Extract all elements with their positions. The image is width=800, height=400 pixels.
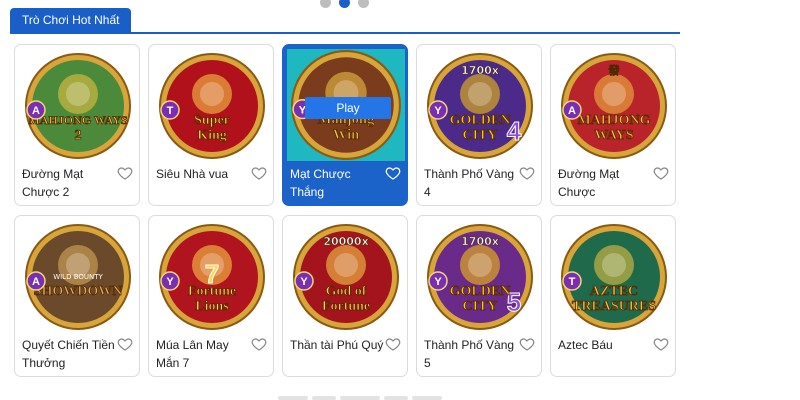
- svg-text:發: 發: [608, 63, 621, 77]
- game-logo-art: 20000x God ofFortune Y: [293, 224, 399, 330]
- game-card[interactable]: 發 MAHJONG WAYS A Đường Mạt Chược: [550, 44, 676, 206]
- pagination-item[interactable]: [312, 396, 336, 400]
- game-title: Thành Phố Vàng 4: [424, 167, 515, 199]
- svg-text:CITY: CITY: [462, 299, 497, 314]
- svg-text:1700x: 1700x: [461, 64, 499, 77]
- favorite-heart-icon[interactable]: [653, 336, 669, 352]
- carousel-dot[interactable]: [358, 0, 369, 8]
- game-title: Thần tài Phú Quý: [290, 338, 384, 352]
- favorite-heart-icon[interactable]: [251, 165, 267, 181]
- game-thumbnail[interactable]: 20000x God of Fortune Y: [292, 223, 400, 331]
- svg-text:20000x: 20000x: [323, 235, 368, 248]
- favorite-heart-icon[interactable]: [519, 165, 535, 181]
- game-title: Mạt Chược Thắng: [290, 167, 351, 199]
- game-logo-art: MAHJONG WAYS2A: [25, 53, 131, 159]
- section-tabbar: Trò Chơi Hot Nhất: [10, 8, 680, 34]
- game-title: Siêu Nhà vua: [156, 167, 229, 181]
- game-title: Múa Lân May Mắn 7: [156, 338, 229, 370]
- svg-text:Lions: Lions: [195, 299, 229, 314]
- carousel-dot[interactable]: [339, 0, 350, 8]
- game-thumbnail[interactable]: AZTEC TREASURES T: [560, 223, 668, 331]
- game-card[interactable]: 20000x God of Fortune Y Thần tài Phú Quý: [282, 215, 408, 377]
- play-button[interactable]: Play: [305, 97, 391, 119]
- game-title: Aztec Báu: [558, 338, 613, 352]
- favorite-heart-icon[interactable]: [117, 336, 133, 352]
- svg-text:Y: Y: [434, 105, 442, 117]
- svg-text:CITY: CITY: [462, 128, 497, 143]
- svg-text:T: T: [569, 276, 576, 288]
- pagination-item[interactable]: [384, 396, 408, 400]
- game-title: Quyết Chiến Tiền Thưởng: [22, 338, 115, 370]
- game-card[interactable]: WILD BOUNTY SHOWDOWN A Quyết Chiến Tiền Thư…: [14, 215, 140, 377]
- game-thumbnail[interactable]: Mahjong Win Y Play: [287, 49, 405, 161]
- svg-text:WILD BOUNTY: WILD BOUNTY: [53, 273, 103, 281]
- game-thumbnail[interactable]: WILD BOUNTY SHOWDOWN A: [24, 223, 132, 331]
- game-logo-art: AZTECTREASURES T: [561, 224, 667, 330]
- favorite-heart-icon[interactable]: [117, 165, 133, 181]
- svg-text:Y: Y: [300, 276, 308, 288]
- game-card[interactable]: Mahjong Win Y Play Mạt Chược Thắng: [282, 44, 408, 206]
- game-thumbnail[interactable]: MAHJONG WAYS 2 A: [24, 52, 132, 160]
- game-logo-art: WILD BOUNTY SHOWDOWNA: [25, 224, 131, 330]
- game-thumbnail[interactable]: Super King T: [158, 52, 266, 160]
- svg-text:SHOWDOWN: SHOWDOWN: [34, 284, 123, 299]
- game-card[interactable]: AZTEC TREASURES T Aztec Báu: [550, 215, 676, 377]
- carousel-dots: [320, 0, 370, 8]
- svg-text:Y: Y: [166, 276, 174, 288]
- game-logo-art: 1700x5GOLDENCITYY: [427, 224, 533, 330]
- game-card[interactable]: 7 Fortune Lions Y Múa Lân May Mắn 7: [148, 215, 274, 377]
- carousel-dot[interactable]: [320, 0, 331, 8]
- game-thumbnail[interactable]: 7 Fortune Lions Y: [158, 223, 266, 331]
- favorite-heart-icon[interactable]: [251, 336, 267, 352]
- svg-text:Fortune: Fortune: [188, 284, 236, 299]
- svg-text:MAHJONG: MAHJONG: [577, 113, 650, 128]
- game-logo-art: 7FortuneLionsY: [159, 224, 265, 330]
- game-thumbnail[interactable]: 發 MAHJONG WAYS A: [560, 52, 668, 160]
- game-thumbnail[interactable]: 1700x 4 GOLDEN CITY Y: [426, 52, 534, 160]
- svg-text:2: 2: [75, 128, 82, 143]
- svg-text:A: A: [32, 276, 40, 288]
- game-card[interactable]: Super King T Siêu Nhà vua: [148, 44, 274, 206]
- svg-text:Win: Win: [333, 127, 359, 143]
- favorite-heart-icon[interactable]: [385, 336, 401, 352]
- game-card[interactable]: 1700x 5 GOLDEN CITY Y Thành Phố Vàng 5: [416, 215, 542, 377]
- svg-text:God of: God of: [326, 284, 367, 299]
- game-logo-art: SuperKing T: [159, 53, 265, 159]
- svg-text:GOLDEN: GOLDEN: [450, 113, 511, 128]
- tab-hot-games[interactable]: Trò Chơi Hot Nhất: [10, 8, 132, 32]
- svg-text:WAYS: WAYS: [594, 128, 633, 143]
- pagination-item[interactable]: [340, 396, 380, 400]
- game-title: Đường Mạt Chược 2: [22, 167, 84, 199]
- svg-text:GOLDEN: GOLDEN: [450, 284, 511, 299]
- favorite-heart-icon[interactable]: [653, 165, 669, 181]
- game-title: Đường Mạt Chược: [558, 167, 620, 199]
- svg-text:Y: Y: [434, 276, 442, 288]
- svg-text:Fortune: Fortune: [322, 299, 370, 314]
- game-logo-art: 1700x4GOLDENCITYY: [427, 53, 533, 159]
- pagination-item[interactable]: [278, 396, 308, 400]
- svg-text:TREASURES: TREASURES: [572, 299, 656, 314]
- favorite-heart-icon[interactable]: [519, 336, 535, 352]
- game-thumbnail[interactable]: 1700x 5 GOLDEN CITY Y: [426, 223, 534, 331]
- svg-text:Super: Super: [194, 113, 230, 128]
- svg-text:T: T: [167, 105, 174, 117]
- svg-text:A: A: [568, 105, 576, 117]
- svg-text:A: A: [32, 105, 40, 117]
- game-card[interactable]: MAHJONG WAYS 2 A Đường Mạt Chược 2: [14, 44, 140, 206]
- game-logo-art: 發 MAHJONGWAYS A: [561, 53, 667, 159]
- game-card[interactable]: 1700x 4 GOLDEN CITY Y Thành Phố Vàng 4: [416, 44, 542, 206]
- svg-text:1700x: 1700x: [461, 235, 499, 248]
- favorite-heart-icon[interactable]: [385, 165, 401, 181]
- game-title: Thành Phố Vàng 5: [424, 338, 515, 370]
- svg-text:King: King: [197, 128, 227, 143]
- pagination-item[interactable]: [412, 396, 442, 400]
- svg-text:AZTEC: AZTEC: [590, 284, 638, 299]
